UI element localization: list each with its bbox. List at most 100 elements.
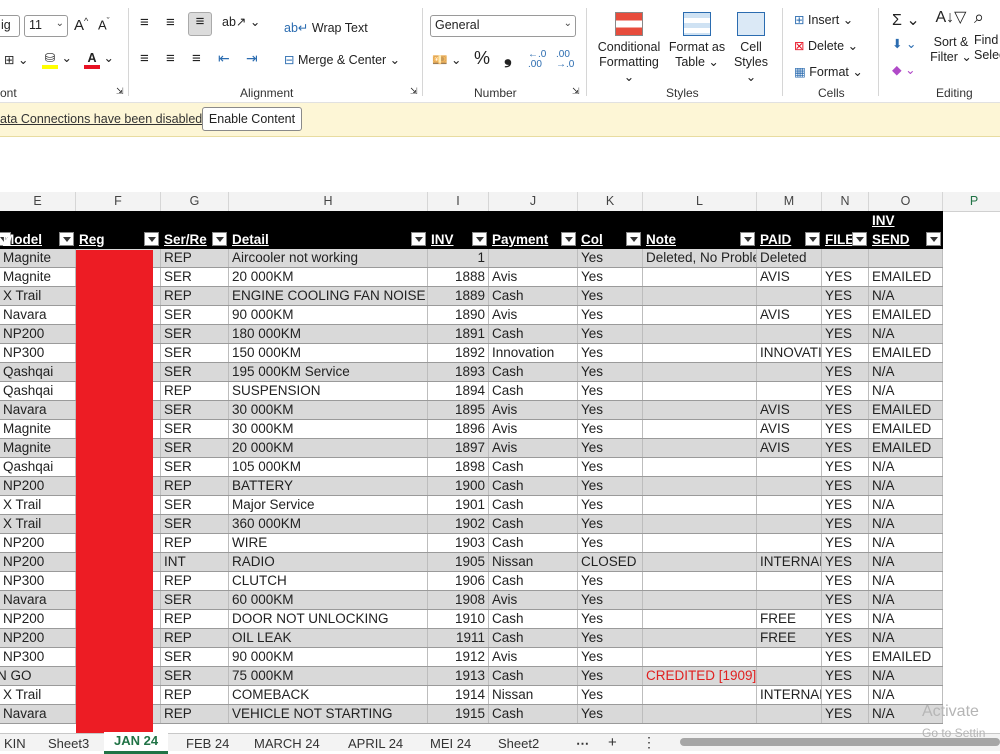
table-cell[interactable]: Cash [489, 458, 578, 476]
table-cell[interactable]: Cash [489, 363, 578, 381]
table-cell[interactable]: 1894 [428, 382, 489, 400]
filter-dropdown-icon[interactable] [740, 232, 755, 246]
table-cell[interactable]: N/A [869, 287, 943, 305]
table-cell[interactable]: YES [822, 401, 869, 419]
table-cell[interactable]: EMAILED [869, 439, 943, 457]
comma-style-icon[interactable]: ❟ [504, 46, 512, 69]
orientation-icon[interactable]: ab↗ ⌄ [222, 14, 260, 29]
table-cell[interactable]: N/A [869, 382, 943, 400]
table-cell[interactable]: SUSPENSION [229, 382, 428, 400]
table-cell[interactable]: AVIS [757, 306, 822, 324]
table-cell[interactable]: YES [822, 705, 869, 723]
table-cell[interactable] [757, 667, 822, 685]
table-cell[interactable]: YES [822, 458, 869, 476]
table-cell[interactable]: Magnite [0, 249, 76, 267]
table-cell[interactable]: EMAILED [869, 401, 943, 419]
table-cell[interactable] [643, 420, 757, 438]
table-cell[interactable]: 1901 [428, 496, 489, 514]
table-cell[interactable] [643, 496, 757, 514]
table-cell[interactable]: Yes [578, 648, 643, 666]
table-cell[interactable]: 1889 [428, 287, 489, 305]
sheet-tab[interactable]: MARCH 24 [254, 736, 320, 751]
table-cell[interactable]: 1 [428, 249, 489, 267]
table-cell[interactable]: EMAILED [869, 306, 943, 324]
table-cell[interactable]: YES [822, 477, 869, 495]
table-cell[interactable]: Cash [489, 610, 578, 628]
table-cell[interactable]: NP300 [0, 572, 76, 590]
table-cell[interactable] [757, 515, 822, 533]
table-cell[interactable]: 1914 [428, 686, 489, 704]
table-cell[interactable] [643, 648, 757, 666]
table-cell[interactable] [757, 382, 822, 400]
table-cell[interactable]: Yes [578, 629, 643, 647]
filter-dropdown-icon[interactable] [59, 232, 74, 246]
table-cell[interactable]: Cash [489, 534, 578, 552]
table-cell[interactable]: Innovation [489, 344, 578, 362]
table-cell[interactable] [757, 705, 822, 723]
table-cell[interactable]: FREE [757, 610, 822, 628]
table-cell[interactable]: N/A [869, 325, 943, 343]
table-cell[interactable]: BATTERY [229, 477, 428, 495]
table-cell[interactable]: Qashqai [0, 363, 76, 381]
grow-font-icon[interactable]: A^ [74, 16, 88, 34]
fill-icon[interactable]: ⬇ ⌄ [892, 36, 916, 51]
font-size-combo[interactable]: 11 ⌄ [24, 15, 68, 37]
table-cell[interactable]: Magnite [0, 420, 76, 438]
table-cell[interactable]: Cash [489, 572, 578, 590]
sheet-tab[interactable]: KIN [4, 736, 26, 751]
table-cell[interactable] [489, 249, 578, 267]
table-cell[interactable]: NP200 [0, 325, 76, 343]
table-cell[interactable]: Yes [578, 249, 643, 267]
table-cell[interactable]: Major Service [229, 496, 428, 514]
table-cell[interactable] [643, 553, 757, 571]
find-select-button[interactable]: ⌕ Find Selec [974, 8, 1000, 63]
table-cell[interactable]: INTERNAL [757, 553, 822, 571]
table-cell[interactable] [757, 591, 822, 609]
table-cell[interactable]: X Trail [0, 686, 76, 704]
table-cell[interactable] [757, 477, 822, 495]
table-cell[interactable] [643, 363, 757, 381]
column-header[interactable]: F [76, 192, 161, 211]
clear-icon[interactable]: ◆ ⌄ [892, 62, 916, 77]
table-cell[interactable]: NP200 [0, 610, 76, 628]
table-cell[interactable] [643, 382, 757, 400]
filter-dropdown-icon[interactable] [852, 232, 867, 246]
table-cell[interactable]: 1913 [428, 667, 489, 685]
table-cell[interactable]: Qashqai [0, 458, 76, 476]
table-cell[interactable]: Yes [578, 306, 643, 324]
table-cell[interactable] [643, 515, 757, 533]
table-cell[interactable]: 90 000KM [229, 648, 428, 666]
table-cell[interactable]: Cash [489, 496, 578, 514]
table-cell[interactable]: Cash [489, 477, 578, 495]
table-cell[interactable]: N/A [869, 496, 943, 514]
table-cell[interactable]: 1905 [428, 553, 489, 571]
table-cell[interactable]: 1895 [428, 401, 489, 419]
table-cell[interactable]: Yes [578, 382, 643, 400]
table-cell[interactable]: Cash [489, 325, 578, 343]
table-cell[interactable]: YES [822, 667, 869, 685]
column-header[interactable]: K [578, 192, 643, 211]
table-cell[interactable]: AVIS [757, 268, 822, 286]
table-cell[interactable]: 1891 [428, 325, 489, 343]
table-cell[interactable]: Yes [578, 458, 643, 476]
table-cell[interactable]: ENGINE COOLING FAN NOISE [229, 287, 428, 305]
table-cell[interactable]: YES [822, 496, 869, 514]
table-cell[interactable]: 1892 [428, 344, 489, 362]
table-cell[interactable]: X Trail [0, 287, 76, 305]
table-cell[interactable]: Deleted, No Problem [643, 249, 757, 267]
table-cell[interactable]: Nissan [489, 553, 578, 571]
wrap-text-button[interactable]: ab↵ Wrap Text [284, 20, 368, 35]
table-cell[interactable] [757, 534, 822, 552]
sheet-tab[interactable]: FEB 24 [186, 736, 229, 751]
table-cell[interactable]: SER [161, 496, 229, 514]
format-cells-button[interactable]: ▦ Format ⌄ [794, 64, 863, 79]
table-cell[interactable]: OIL LEAK [229, 629, 428, 647]
table-cell[interactable]: YES [822, 610, 869, 628]
table-cell[interactable]: YES [822, 344, 869, 362]
sheet-scroll-icon[interactable]: ⋮ [642, 734, 656, 751]
table-cell[interactable]: Yes [578, 287, 643, 305]
alignment-dialog-launcher-icon[interactable]: ⇲ [410, 86, 418, 97]
table-cell[interactable]: 1912 [428, 648, 489, 666]
table-cell[interactable] [757, 325, 822, 343]
table-cell[interactable]: CREDITED [1909] [643, 667, 757, 685]
